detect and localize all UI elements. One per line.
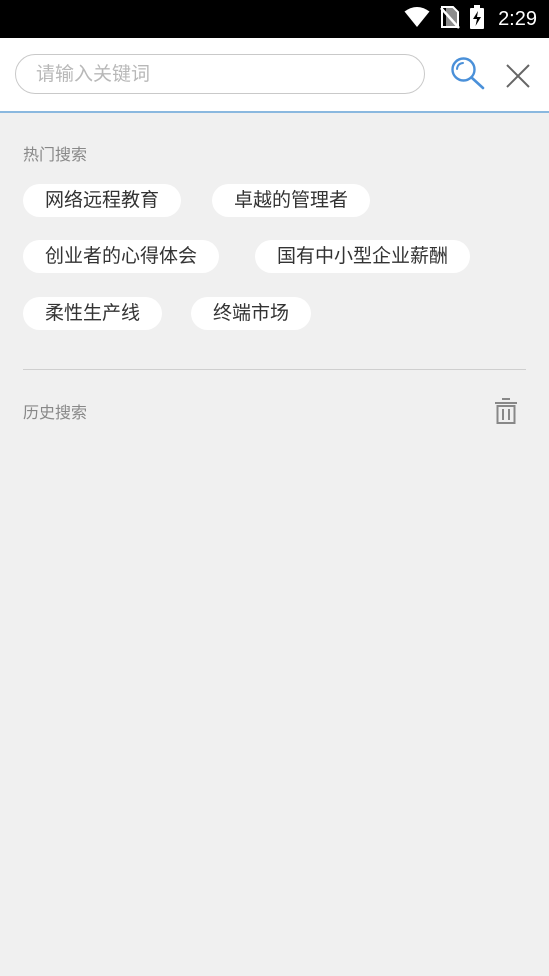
clear-history-button[interactable] — [492, 398, 520, 428]
status-time: 2:29 — [498, 7, 537, 30]
search-icon — [449, 55, 485, 95]
search-input[interactable] — [15, 54, 425, 94]
status-icons: 2:29 — [404, 0, 537, 38]
status-bar: 2:29 — [0, 0, 549, 38]
hot-search-tag[interactable]: 卓越的管理者 — [212, 184, 371, 217]
history-search-title: 历史搜索 — [23, 403, 88, 422]
trash-icon — [494, 397, 518, 429]
wifi-icon — [404, 6, 430, 32]
hot-search-tag[interactable]: 创业者的心得体会 — [23, 240, 220, 273]
close-button[interactable] — [500, 60, 536, 96]
section-divider — [23, 369, 526, 370]
close-icon — [504, 62, 532, 94]
no-sim-icon — [440, 5, 460, 33]
search-header — [0, 38, 549, 113]
hot-search-title: 热门搜索 — [23, 145, 88, 164]
hot-search-tag[interactable]: 柔性生产线 — [23, 297, 163, 330]
hot-search-tag[interactable]: 网络远程教育 — [23, 184, 182, 217]
hot-search-tag[interactable]: 国有中小型企业薪酬 — [255, 240, 471, 273]
battery-charging-icon — [470, 5, 485, 33]
hot-search-tag[interactable]: 终端市场 — [191, 297, 312, 330]
search-button[interactable] — [448, 56, 486, 94]
